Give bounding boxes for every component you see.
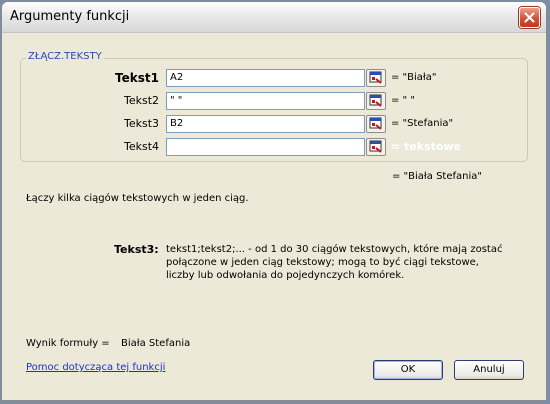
range-select-icon xyxy=(369,117,382,130)
help-link[interactable]: Pomoc dotycząca tej funkcji xyxy=(26,362,165,373)
ref-button-tekst3[interactable] xyxy=(366,115,386,133)
range-select-icon xyxy=(369,140,382,153)
ref-button-tekst4[interactable] xyxy=(366,138,386,156)
range-select-icon xyxy=(369,71,382,84)
ref-button-tekst1[interactable] xyxy=(366,69,386,87)
argument-input-tekst2[interactable]: " " xyxy=(166,92,365,110)
argument-input-tekst4[interactable] xyxy=(166,138,365,156)
range-select-icon xyxy=(369,94,382,107)
function-name: ZŁĄCZ.TEKSTY xyxy=(26,51,104,62)
argument-label-tekst1: Tekst1 xyxy=(115,71,159,85)
argument-input-tekst3[interactable]: B2 xyxy=(166,115,365,133)
function-description: Łączy kilka ciągów tekstowych w jeden ci… xyxy=(26,193,249,204)
argument-label-tekst4: Tekst4 xyxy=(123,140,159,153)
argument-result-tekst3: = "Stefania" xyxy=(391,118,454,129)
formula-result: = "Biała Stefania" xyxy=(392,171,482,182)
window-title: Argumenty funkcji xyxy=(10,9,130,24)
result-value: Biała Stefania xyxy=(121,338,191,349)
argument-result-tekst4: = tekstowe xyxy=(391,140,462,153)
help-argument-text: tekst1;tekst2;... - od 1 do 30 ciągów te… xyxy=(166,244,503,281)
argument-label-tekst3: Tekst3 xyxy=(123,117,159,130)
help-argument-label: Tekst3: xyxy=(114,243,159,256)
argument-result-tekst1: = "Biała" xyxy=(391,72,437,83)
ok-button[interactable]: OK xyxy=(373,360,443,380)
argument-input-tekst1[interactable]: A2 xyxy=(166,69,365,87)
argument-label-tekst2: Tekst2 xyxy=(123,94,159,107)
title-bar[interactable]: Argumenty funkcji xyxy=(2,2,546,33)
ref-button-tekst2[interactable] xyxy=(366,92,386,110)
result-label: Wynik formuły = xyxy=(26,338,110,349)
argument-result-tekst2: = " " xyxy=(391,95,415,106)
close-icon xyxy=(524,12,535,23)
close-button[interactable] xyxy=(519,7,540,28)
cancel-button[interactable]: Anuluj xyxy=(454,360,524,380)
